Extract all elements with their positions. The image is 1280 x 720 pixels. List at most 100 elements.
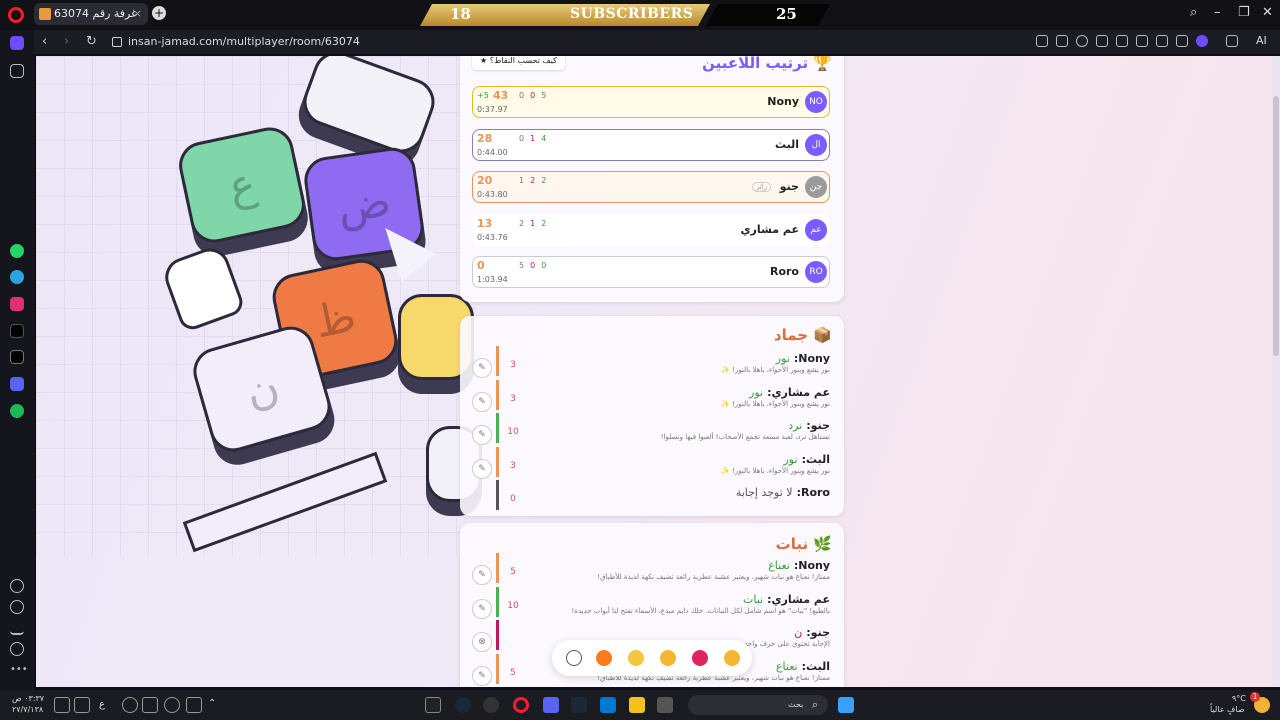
terminal-icon[interactable]	[425, 697, 441, 713]
answer-word: نور	[749, 385, 764, 399]
play-icon[interactable]	[1116, 35, 1128, 47]
language-indicator[interactable]: ع	[99, 699, 105, 710]
subscribers-count-right: 25	[776, 5, 797, 23]
laugh-reaction-icon[interactable]	[660, 650, 676, 666]
player-row[interactable]: عم عم مشاري 13 2 1 2 0:43.76	[472, 213, 830, 246]
edit-icon[interactable]	[1036, 35, 1048, 47]
maximize-icon[interactable]: ❐	[1238, 5, 1250, 20]
history-icon[interactable]	[10, 600, 24, 614]
player-row[interactable]: ال البث 28 0 1 4 0:44.00	[472, 128, 830, 161]
discord-icon[interactable]	[10, 377, 24, 391]
player-score: 20	[477, 174, 493, 187]
score-bar	[496, 480, 499, 510]
taskbar-search[interactable]: بحث ⌕	[688, 695, 828, 715]
edit-icon[interactable]: ✎	[472, 358, 492, 378]
microphone-icon[interactable]	[122, 697, 138, 713]
steam-icon[interactable]	[455, 697, 471, 713]
answer-player: جنو:نرد	[788, 419, 830, 432]
downloads-icon[interactable]	[10, 621, 24, 635]
new-tab-button[interactable]: +	[152, 6, 166, 20]
download-icon[interactable]	[1156, 35, 1168, 47]
display-icon[interactable]	[74, 697, 90, 713]
obs-icon[interactable]	[483, 697, 499, 713]
thumbs-up-reaction-icon[interactable]	[724, 650, 740, 666]
location-icon[interactable]	[1076, 35, 1088, 47]
answer-player-name: جنو:	[806, 626, 830, 639]
heart-icon[interactable]	[10, 579, 24, 593]
edit-icon[interactable]: ✎	[472, 425, 492, 445]
opera-logo-icon[interactable]	[8, 7, 24, 23]
app-icon[interactable]	[657, 697, 673, 713]
whatsapp-icon[interactable]	[10, 244, 24, 258]
reload-icon[interactable]: ↻	[86, 34, 97, 49]
clap-reaction-icon[interactable]	[628, 650, 644, 666]
explorer-icon[interactable]	[629, 697, 645, 713]
profile-icon[interactable]	[1196, 35, 1208, 47]
close-window-icon[interactable]: ✕	[1262, 5, 1273, 20]
cube-icon[interactable]	[1226, 35, 1238, 47]
star-icon[interactable]	[10, 64, 24, 78]
player-row[interactable]: RO Roro 0 5 0 0 1:03.94	[472, 256, 830, 288]
tray-chevron-icon[interactable]: ⌃	[208, 698, 216, 709]
wrong-mark-icon[interactable]: ⊗	[472, 632, 492, 652]
os-taskbar: ٠٣:٣٧ ص ٢٧/٧/١٣٨ ع ⌃ بحث ⌕ ٩°C صافٍ عالي…	[0, 690, 1280, 720]
home-icon[interactable]	[10, 36, 24, 50]
camera-icon[interactable]	[1056, 35, 1068, 47]
points-help-button[interactable]: ★ كيف تحسب النقاط؟	[472, 56, 565, 70]
opera-taskbar-icon[interactable]	[513, 697, 529, 713]
fire-reaction-icon[interactable]	[596, 650, 612, 666]
more-icon[interactable]: •••	[10, 664, 28, 678]
x-icon[interactable]	[10, 350, 24, 364]
keyboard-illustration: ع ض ظ ن	[36, 56, 482, 687]
tab-search-icon[interactable]: ⌕	[1190, 5, 1197, 20]
edit-icon[interactable]: ✎	[472, 458, 492, 479]
answer-comment: نور يشع وينور الأجواء، ياهلا بالنور! ✨	[721, 466, 830, 475]
subscribers-dark-plate	[706, 4, 830, 26]
edit-icon[interactable]: ✎	[472, 598, 492, 619]
sync-icon[interactable]	[186, 697, 202, 713]
weather-desc[interactable]: صافٍ عالياً	[1210, 705, 1245, 714]
minimize-icon[interactable]: –	[1214, 5, 1221, 20]
store-icon[interactable]	[600, 697, 616, 713]
instagram-icon[interactable]	[10, 297, 24, 311]
weather-temp[interactable]: ٩°C	[1232, 694, 1246, 703]
telegram-icon[interactable]	[10, 270, 24, 284]
tab-close-icon[interactable]: ×	[133, 3, 142, 25]
answer-player: البث:نعناع	[776, 660, 830, 673]
notifications-icon[interactable]	[54, 697, 70, 713]
spotify-icon[interactable]	[10, 404, 24, 418]
menu-icon[interactable]	[1176, 35, 1188, 47]
stat-wrong: 2	[530, 176, 536, 185]
edit-icon[interactable]: ✎	[472, 391, 492, 412]
ai-button[interactable]: AI	[1256, 34, 1267, 47]
browser-sidebar: •••	[0, 30, 34, 690]
scrollbar-thumb[interactable]	[1273, 96, 1279, 356]
pin-icon[interactable]	[1136, 35, 1148, 47]
url-field[interactable]: insan-jamad.com/multiplayer/room/63074	[112, 33, 360, 51]
extension-icon[interactable]	[1096, 35, 1108, 47]
windows-start-icon[interactable]	[838, 697, 854, 713]
steam-app-icon[interactable]	[571, 697, 587, 713]
edit-icon[interactable]: ✎	[472, 665, 492, 686]
clock-date[interactable]: ٢٧/٧/١٣٨	[12, 705, 43, 714]
discord-taskbar-icon[interactable]	[543, 697, 559, 713]
avatar: RO	[805, 261, 827, 283]
player-stats: 005	[519, 91, 552, 100]
edit-icon[interactable]: ✎	[472, 565, 492, 585]
volume-icon[interactable]	[142, 697, 158, 713]
stat-skip: 2	[519, 218, 525, 228]
player-row[interactable]: NO Nony 43 0 0 5 +5 0:37.97	[472, 86, 830, 118]
settings-icon[interactable]	[10, 642, 24, 656]
player-row[interactable]: جن جنو زائر 20 1 2 2 0:43.80	[472, 171, 830, 203]
answer-player: عم مشاري:نور	[749, 386, 830, 399]
clock-time[interactable]: ٠٣:٣٧ ص	[12, 694, 44, 703]
heart-reaction-icon[interactable]	[692, 650, 708, 666]
browser-tab[interactable]: غرفة رقم 63074 ×	[34, 3, 148, 25]
brightness-icon[interactable]	[164, 697, 180, 713]
answer-word: نور	[783, 452, 798, 466]
tiktok-icon[interactable]	[10, 324, 24, 338]
page-scrollbar[interactable]	[1272, 56, 1280, 687]
back-icon[interactable]: ‹	[42, 34, 47, 49]
emoji-picker-icon[interactable]	[566, 650, 582, 666]
forward-icon[interactable]: ›	[64, 34, 69, 49]
